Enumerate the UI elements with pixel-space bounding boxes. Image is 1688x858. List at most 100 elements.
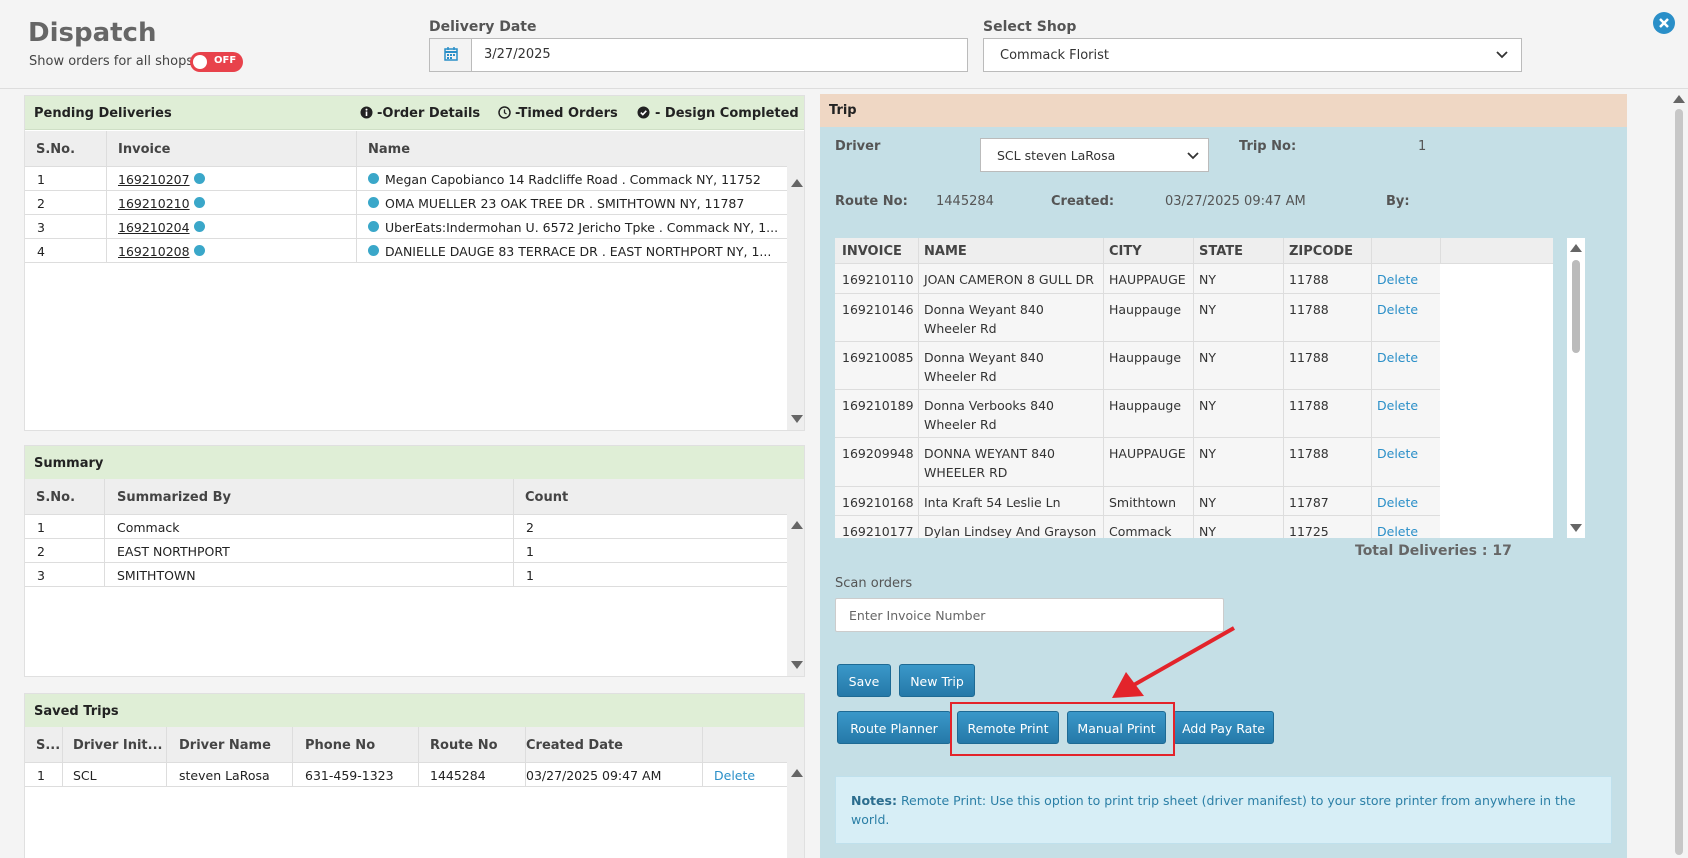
save-button[interactable]: Save [837, 664, 891, 697]
check-circle-icon [368, 173, 379, 184]
saved-trips-scrollbar[interactable] [787, 727, 804, 858]
table-row: 2 EAST NORTHPORT 1 [25, 539, 787, 563]
row-summarized-by: Commack [117, 520, 180, 535]
row-sno: 1 [37, 768, 45, 783]
check-circle-icon [368, 221, 379, 232]
scroll-thumb[interactable] [1675, 109, 1683, 855]
scroll-down-icon[interactable] [791, 661, 803, 669]
row-state: NY [1199, 302, 1216, 317]
summary-scrollbar[interactable] [787, 479, 804, 676]
select-shop-value: Commack Florist [1000, 48, 1110, 63]
add-pay-rate-button[interactable]: Add Pay Rate [1173, 711, 1274, 744]
delete-link[interactable]: Delete [1377, 270, 1418, 289]
check-circle-icon [368, 197, 379, 208]
table-row[interactable]: 1 169210207 Megan Capobianco 14 Radcliff… [25, 167, 787, 191]
col-sno: S... [36, 738, 61, 753]
chevron-down-icon [1496, 51, 1508, 59]
col-sno: S.No. [36, 490, 76, 505]
table-row: 169210085 Donna Weyant 840 Wheeler Rd Ha… [835, 342, 1440, 390]
scroll-up-icon[interactable] [1570, 244, 1582, 252]
table-row: 169210146 Donna Weyant 840 Wheeler Rd Ha… [835, 294, 1440, 342]
row-sno: 1 [37, 520, 45, 535]
table-row: 3 SMITHTOWN 1 [25, 563, 787, 587]
row-sno: 2 [37, 544, 45, 559]
table-row[interactable]: 2 169210210 OMA MUELLER 23 OAK TREE DR .… [25, 191, 787, 215]
row-zip: 11788 [1289, 272, 1329, 287]
col-invoice: Invoice [118, 142, 171, 157]
pending-table-header: S.No. Invoice Name [25, 131, 787, 167]
select-shop-dropdown[interactable]: Commack Florist [983, 38, 1522, 72]
row-city: Smithtown [1109, 495, 1177, 510]
check-circle-icon [637, 106, 650, 119]
info-icon[interactable] [194, 245, 205, 256]
delivery-date-field[interactable]: 3/27/2025 [429, 38, 968, 72]
legend-timed-orders: -Timed Orders [515, 106, 618, 121]
delivery-date-value: 3/27/2025 [484, 47, 551, 62]
pending-scrollbar[interactable] [787, 131, 804, 430]
by-label: By: [1386, 194, 1410, 209]
pending-deliveries-title: Pending Deliveries [34, 106, 172, 121]
annotation-highlight-box [950, 702, 1175, 756]
row-name: JOAN CAMERON 8 GULL DR [924, 272, 1094, 287]
delete-link[interactable]: Delete [714, 768, 755, 783]
row-count: 1 [526, 544, 534, 559]
row-summarized-by: SMITHTOWN [117, 568, 196, 583]
row-name: Inta Kraft 54 Leslie Ln [924, 495, 1061, 510]
legend-order-details: -Order Details [377, 106, 481, 121]
delete-link[interactable]: Delete [1377, 300, 1418, 319]
table-row[interactable]: 4 169210208 DANIELLE DAUGE 83 TERRACE DR… [25, 239, 787, 263]
summary-title: Summary [34, 456, 104, 471]
row-invoice: 169210189 [842, 398, 914, 413]
table-row[interactable]: 1 SCL steven LaRosa 631-459-1323 1445284… [25, 763, 787, 787]
scroll-down-icon[interactable] [791, 415, 803, 423]
invoice-link[interactable]: 169210210 [118, 196, 190, 211]
summary-header: Summary [25, 446, 804, 480]
chevron-down-icon [1187, 152, 1199, 160]
info-icon[interactable] [194, 197, 205, 208]
saved-trips-title: Saved Trips [34, 704, 119, 719]
calendar-icon[interactable] [430, 39, 472, 71]
total-deliveries: Total Deliveries : 17 [1355, 543, 1512, 559]
scroll-up-icon[interactable] [791, 521, 803, 529]
info-icon[interactable] [194, 221, 205, 232]
row-driver-init: SCL [73, 768, 97, 783]
invoice-link[interactable]: 169210204 [118, 220, 190, 235]
driver-select[interactable]: SCL steven LaRosa [980, 138, 1209, 172]
col-name: Name [368, 142, 411, 157]
scroll-thumb[interactable] [1572, 260, 1580, 353]
notes-label: Notes: [851, 793, 897, 808]
select-shop-label: Select Shop [983, 19, 1077, 35]
row-city: Hauppauge [1109, 302, 1182, 317]
trip-table-scrollbar[interactable] [1567, 238, 1585, 538]
col-route-no: Route No [430, 738, 498, 753]
scroll-up-icon[interactable] [791, 769, 803, 777]
invoice-link[interactable]: 169210208 [118, 244, 190, 259]
summary-table-header: S.No. Summarized By Count [25, 479, 787, 515]
new-trip-button[interactable]: New Trip [899, 664, 975, 697]
route-no-value: 1445284 [936, 194, 994, 209]
scroll-up-icon[interactable] [1673, 95, 1685, 103]
invoice-link[interactable]: 169210207 [118, 172, 190, 187]
delete-link[interactable]: Delete [1377, 348, 1418, 367]
scroll-down-icon[interactable] [1570, 524, 1582, 532]
row-zip: 11788 [1289, 350, 1329, 365]
page-scrollbar[interactable] [1670, 89, 1688, 858]
notes-box: Notes: Remote Print: Use this option to … [835, 776, 1612, 844]
trip-title: Trip [829, 103, 857, 118]
delete-link[interactable]: Delete [1377, 396, 1418, 415]
toggle-knob [193, 55, 207, 69]
info-icon[interactable] [194, 173, 205, 184]
route-planner-button[interactable]: Route Planner [837, 711, 951, 744]
row-city: Hauppauge [1109, 398, 1182, 413]
col-name: NAME [924, 244, 967, 259]
row-sno: 4 [37, 244, 45, 259]
info-icon [360, 106, 373, 119]
close-icon[interactable] [1653, 12, 1675, 34]
scroll-up-icon[interactable] [791, 179, 803, 187]
col-state: STATE [1199, 244, 1244, 259]
delete-link[interactable]: Delete [1377, 444, 1418, 463]
table-row[interactable]: 3 169210204 UberEats:Indermohan U. 6572 … [25, 215, 787, 239]
show-all-shops-toggle[interactable]: OFF [190, 52, 243, 72]
delete-link[interactable]: Delete [1377, 522, 1418, 538]
delete-link[interactable]: Delete [1377, 493, 1418, 512]
